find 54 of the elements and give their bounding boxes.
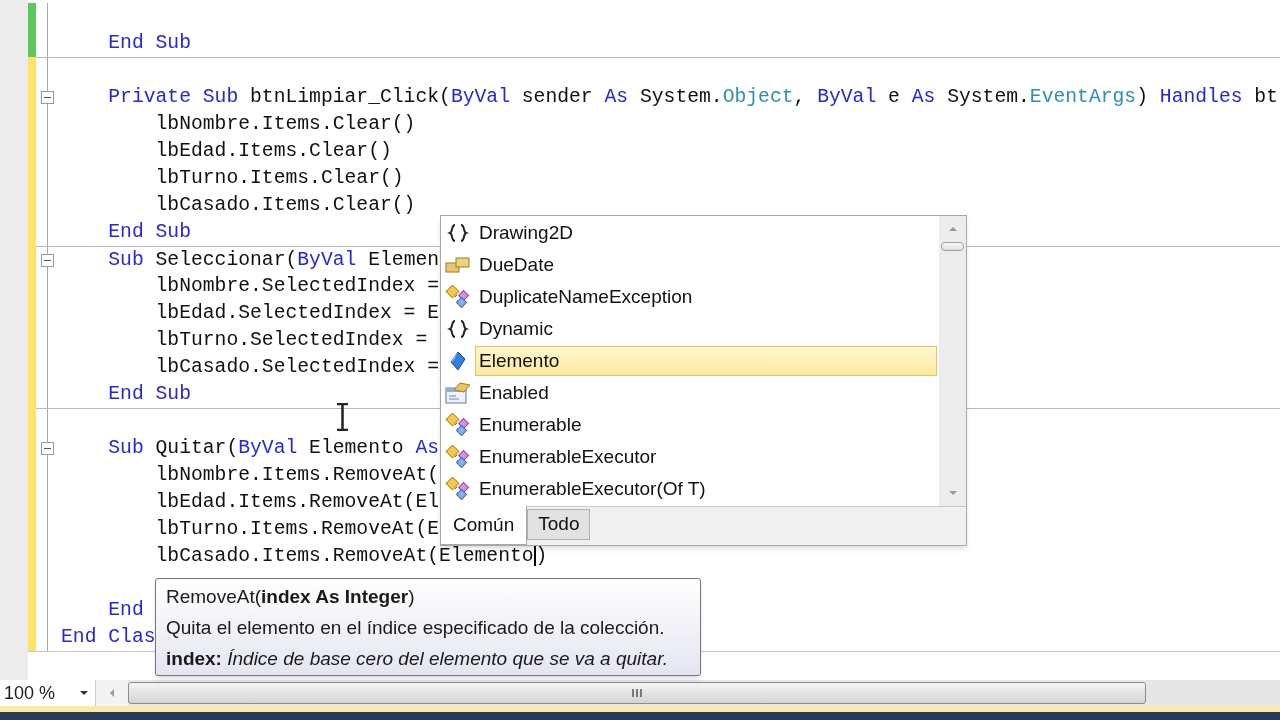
completion-item[interactable]: EnumerableExecutor [441,441,939,473]
completion-item[interactable]: Dynamic [441,313,939,345]
code-line: lbEdad.SelectedIndex = E [154,301,440,326]
code-line: lbTurno.Items.RemoveAt(E [154,517,440,542]
namespace-icon [447,319,469,339]
scroll-up-icon[interactable] [947,226,958,232]
collapse-toggle[interactable] [41,442,54,455]
class-icon [445,285,471,309]
grip-icon [631,688,643,698]
popup-scroll-thumb[interactable] [941,241,964,251]
i-beam-cursor-icon [336,403,349,431]
completion-item[interactable]: Enumerable [441,409,939,441]
completion-item[interactable]: DueDate [441,249,939,281]
collapse-toggle[interactable] [41,91,54,104]
namespace-icon [447,223,469,243]
collapse-toggle[interactable] [41,254,54,267]
code-line: lbCasado.SelectedIndex = [154,355,440,380]
completion-item[interactable]: Drawing2D [441,217,939,249]
filter-tab[interactable]: Todo [527,509,591,540]
property-icon [445,255,471,275]
method-description: Quita el elemento en el índice especificado de la colección. [166,616,666,640]
zoom-dropdown[interactable]: 100 % [0,680,96,706]
class-icon [445,445,471,469]
class-icon [445,477,471,501]
code-line: Sub Seleccionar(ByVal Elemen [107,248,440,273]
code-line: End Sub [107,382,191,407]
method-signature: RemoveAt(index As Integer) [166,585,416,609]
parameter-description: index: Índice de base cero del elemento que se va a quitar. [166,647,670,671]
code-line: End Sub [107,220,191,245]
code-line: lbTurno.Items.Clear() [154,166,404,191]
code-line: End Clas [61,625,156,650]
code-line: lbEdad.Items.RemoveAt(El [154,490,440,515]
filter-tab[interactable]: Común [441,506,528,545]
code-line: lbEdad.Items.Clear() [154,139,392,164]
code-line: lbCasado.Items.RemoveAt(Elemento) [154,544,548,569]
form-property-icon [444,381,472,405]
code-line: End Sub [107,31,191,56]
completion-item[interactable]: EnumerableExecutor(Of T) [441,473,939,505]
scrollbar-thumb[interactable] [128,682,1146,704]
code-line: lbCasado.Items.Clear() [154,193,416,218]
code-line: lbTurno.SelectedIndex = [154,328,428,353]
code-line: Sub Quitar(ByVal Elemento As [107,436,440,461]
arrow-left-icon [109,688,115,698]
class-icon [445,413,471,437]
caret-icon [79,690,89,696]
code-line: lbNombre.Items.RemoveAt( [154,463,440,488]
completion-item[interactable]: Enabled [441,377,939,409]
completion-item[interactable]: DuplicateNameException [441,281,939,313]
code-line: lbNombre.Items.Clear() [154,112,416,137]
field-icon [449,351,467,371]
code-line: End [107,598,144,623]
code-line: lbNombre.SelectedIndex = [154,274,440,299]
code-line: Private Sub btnLimpiar_Click(ByVal sender As System.Object, ByVal e As System.EventArgs) Handles bt [107,85,1278,110]
scroll-down-icon[interactable] [947,490,958,496]
